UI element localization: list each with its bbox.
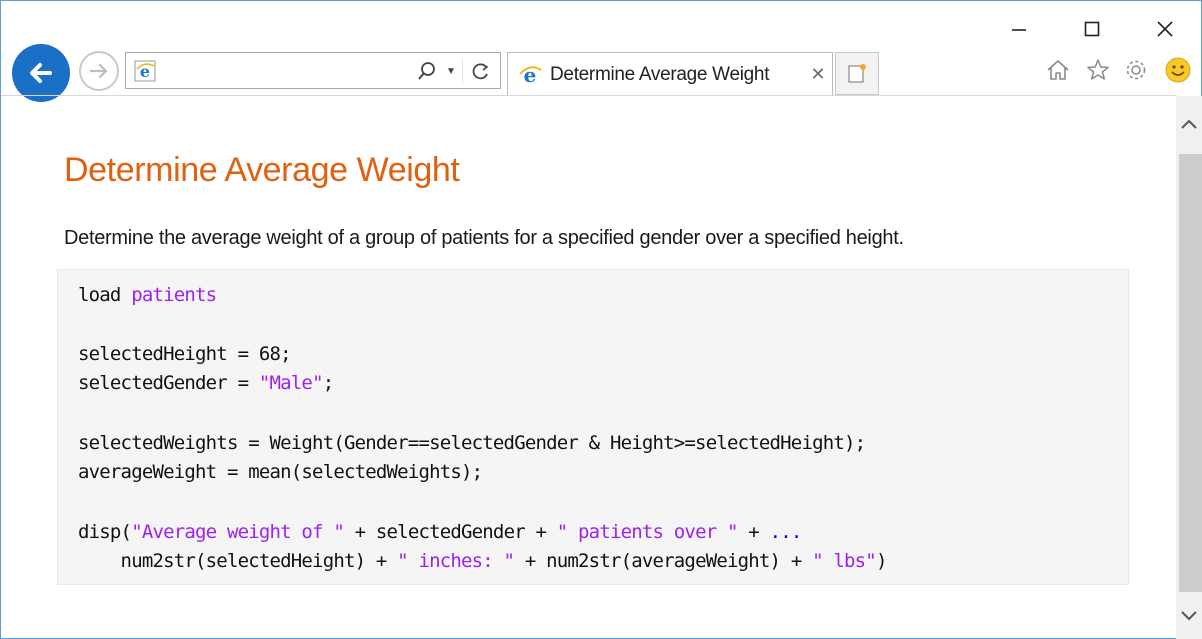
close-window-button[interactable] (1147, 15, 1183, 43)
maximize-icon (1084, 21, 1100, 37)
refresh-icon[interactable] (470, 60, 492, 82)
tab-determine-average-weight[interactable]: e Determine Average Weight ✕ (507, 52, 833, 95)
gear-icon (1126, 60, 1146, 80)
back-arrow-icon (30, 63, 52, 83)
settings-button[interactable] (1119, 53, 1153, 87)
new-tab-button[interactable] (835, 52, 879, 95)
tab-title: Determine Average Weight (550, 64, 770, 85)
maximize-button[interactable] (1074, 15, 1110, 43)
scroll-up-button[interactable] (1176, 96, 1202, 152)
page-description: Determine the average weight of a group … (64, 227, 904, 249)
close-icon (1157, 21, 1173, 37)
forward-arrow-icon (89, 63, 108, 79)
home-button[interactable] (1041, 53, 1075, 87)
code-line: selectedWeights = Weight(Gender==selecte… (78, 432, 866, 454)
chevron-down-icon[interactable]: ▼ (444, 61, 458, 81)
code-line: load patients (78, 284, 217, 306)
scroll-thumb[interactable] (1179, 154, 1202, 592)
minimize-icon (1012, 29, 1026, 31)
ie-icon: e (519, 63, 542, 87)
tab-close-button[interactable]: ✕ (807, 63, 829, 85)
star-icon (1087, 59, 1109, 80)
code-block: load patients selectedHeight = 68; selec… (57, 269, 1129, 585)
minimize-button[interactable] (1001, 15, 1037, 43)
code-line: averageWeight = mean(selectedWeights); (78, 461, 483, 483)
search-icon[interactable] (416, 60, 438, 82)
forward-button[interactable] (79, 51, 119, 91)
code-line: selectedGender = "Male"; (78, 372, 334, 394)
home-icon (1047, 60, 1069, 80)
code-line: disp("Average weight of " + selectedGend… (78, 521, 802, 543)
chevron-down-icon (1181, 610, 1197, 620)
address-separator (462, 59, 463, 83)
address-input[interactable] (160, 61, 400, 81)
feedback-button[interactable] (1161, 53, 1195, 87)
smiley-icon (1165, 57, 1191, 83)
ie-icon: e (134, 60, 156, 82)
vertical-scrollbar[interactable] (1176, 96, 1202, 639)
toolbar-divider (1, 95, 1176, 96)
code-line: selectedHeight = 68; (78, 343, 292, 365)
favorites-button[interactable] (1081, 53, 1115, 87)
code-line: num2str(selectedHeight) + " inches: " + … (78, 550, 888, 572)
scroll-down-button[interactable] (1176, 592, 1202, 639)
back-button[interactable] (12, 44, 70, 102)
address-bar[interactable]: e ▼ (125, 52, 501, 89)
page-title: Determine Average Weight (64, 151, 460, 189)
close-icon: ✕ (810, 63, 826, 84)
chevron-up-icon (1181, 119, 1197, 129)
browser-window: e ▼ e Determine Average Weight ✕ Determi… (0, 0, 1202, 639)
new-tab-icon (848, 63, 866, 83)
